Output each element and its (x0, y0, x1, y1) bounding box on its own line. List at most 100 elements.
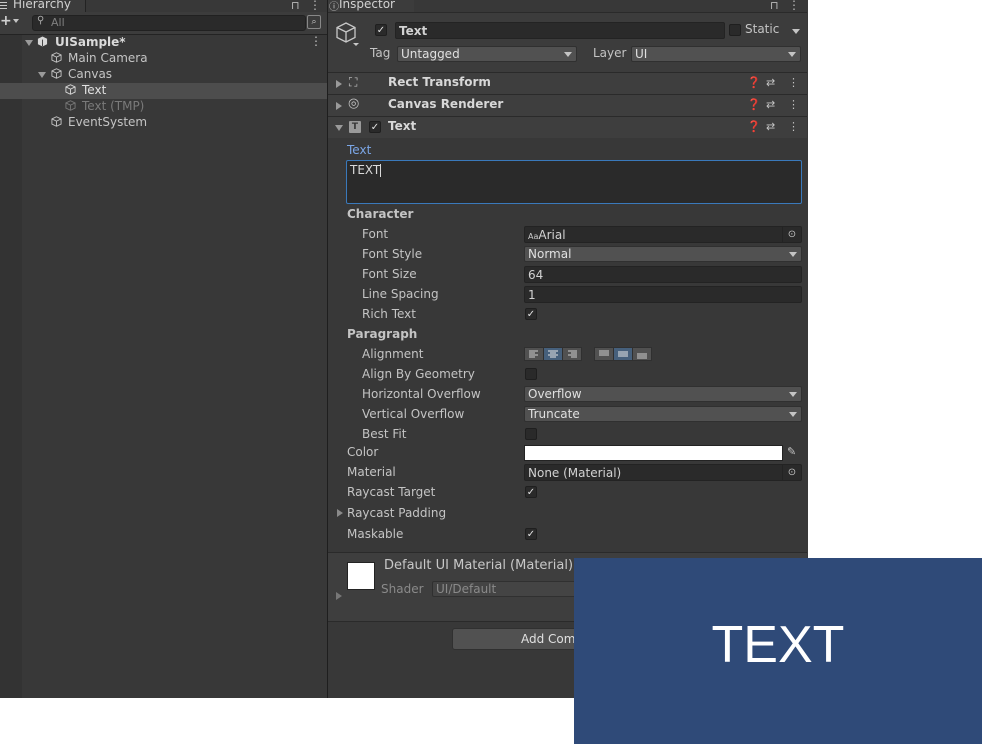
tree-item-canvas[interactable]: Canvas (0, 67, 327, 83)
align-bottom-button[interactable] (632, 347, 652, 361)
material-preview-name: Default UI Material (Material) (384, 558, 574, 573)
text-caret (380, 164, 381, 177)
chevron-right-icon[interactable] (336, 592, 342, 600)
scene-icon (37, 36, 48, 47)
chevron-down-icon[interactable] (335, 125, 343, 131)
static-dropdown-icon[interactable] (792, 29, 800, 34)
chevron-down-icon (789, 392, 797, 397)
align-by-geometry-checkbox[interactable] (525, 368, 537, 380)
align-top-button[interactable] (594, 347, 614, 361)
tree-item-uisample[interactable]: UISample* ⋮ (0, 34, 327, 51)
align-right-icon (568, 350, 577, 358)
line-spacing-input[interactable]: 1 (524, 286, 802, 303)
component-header-canvas-renderer[interactable]: ◎ Canvas Renderer ❓ ⇄ ⋮ (328, 94, 807, 116)
eyedropper-icon[interactable]: ✎ (787, 445, 796, 458)
material-thumbnail[interactable] (347, 562, 375, 590)
tree-item-text[interactable]: Text (0, 83, 327, 99)
chevron-down-icon (789, 252, 797, 257)
lock-icon[interactable]: ⊓ (770, 0, 779, 12)
font-value: Arial (538, 228, 566, 242)
object-picker-icon[interactable]: ⊙ (782, 465, 801, 480)
line-spacing-value: 1 (528, 288, 536, 302)
text-field-label: Text (347, 143, 372, 157)
component-name: Rect Transform (388, 75, 491, 89)
layer-label: Layer (593, 46, 627, 60)
more-menu-icon[interactable]: ⋮ (788, 98, 799, 111)
object-name-input[interactable]: Text (395, 22, 725, 39)
horizontal-overflow-dropdown[interactable]: Overflow (524, 386, 802, 402)
component-header-text[interactable]: T ✓ Text ❓ ⇄ ⋮ (328, 116, 807, 138)
color-field[interactable] (524, 445, 783, 461)
tree-item-text-tmp[interactable]: Text (TMP) (0, 99, 327, 115)
component-header-rect-transform[interactable]: ⛶ Rect Transform ❓ ⇄ ⋮ (328, 72, 807, 94)
layer-dropdown[interactable]: UI (631, 46, 801, 62)
presets-icon[interactable]: ⇄ (766, 98, 775, 111)
more-menu-icon[interactable]: ⋮ (310, 34, 322, 48)
tree-item-main-camera[interactable]: Main Camera (0, 51, 327, 67)
chevron-down-icon[interactable] (38, 72, 46, 78)
more-menu-icon[interactable]: ⋮ (788, 120, 799, 133)
more-menu-icon[interactable]: ⋮ (309, 0, 321, 12)
rich-text-checkbox[interactable]: ✓ (525, 308, 537, 320)
tree-item-label: Text (82, 83, 107, 97)
raycast-target-checkbox[interactable]: ✓ (525, 486, 537, 498)
text-area-input[interactable]: TEXT (346, 160, 802, 204)
shader-dropdown[interactable]: UI/Default (432, 581, 582, 597)
help-icon[interactable]: ❓ (747, 76, 761, 89)
lock-icon[interactable]: ⊓ (291, 0, 300, 12)
align-right-button[interactable] (562, 347, 582, 361)
material-field[interactable]: None (Material) ⊙ (524, 464, 802, 481)
tree-item-label: Text (TMP) (82, 99, 145, 113)
chevron-right-icon[interactable] (336, 80, 342, 88)
font-field[interactable]: AaArial ⊙ (524, 226, 802, 243)
static-checkbox[interactable] (729, 24, 741, 36)
chevron-right-icon[interactable] (337, 509, 343, 517)
align-middle-icon (618, 351, 628, 357)
align-middle-button[interactable] (613, 347, 633, 361)
font-asset-icon: Aa (528, 232, 539, 241)
tree-item-label: Main Camera (68, 51, 148, 65)
text-component-icon: T (349, 121, 361, 133)
presets-icon[interactable]: ⇄ (766, 76, 775, 89)
tree-item-label: UISample* (55, 35, 126, 49)
add-icon[interactable]: + (0, 13, 12, 29)
vertical-overflow-dropdown[interactable]: Truncate (524, 406, 802, 422)
chevron-down-icon (564, 52, 572, 57)
font-size-input[interactable]: 64 (524, 266, 802, 283)
tag-label: Tag (370, 46, 391, 60)
scene-search-icon[interactable]: ⌕ (307, 15, 321, 29)
gameobject-icon (51, 68, 62, 79)
object-picker-icon[interactable]: ⊙ (782, 227, 801, 242)
chevron-down-icon[interactable] (25, 40, 33, 46)
font-style-dropdown[interactable]: Normal (524, 246, 802, 262)
raycast-padding-label[interactable]: Raycast Padding (347, 506, 446, 520)
align-center-icon (548, 350, 558, 358)
eye-icon: ◎ (348, 96, 360, 111)
inspector-tab[interactable]: ⓘ Inspector (328, 0, 414, 13)
tree-item-eventsystem[interactable]: EventSystem (0, 115, 327, 131)
more-menu-icon[interactable]: ⋮ (788, 76, 799, 89)
help-icon[interactable]: ❓ (747, 120, 761, 133)
presets-icon[interactable]: ⇄ (766, 120, 775, 133)
best-fit-checkbox[interactable] (525, 428, 537, 440)
align-center-button[interactable] (543, 347, 563, 361)
object-name-value: Text (399, 24, 428, 38)
hierarchy-search-input[interactable]: ⚲ All (32, 15, 306, 31)
active-checkbox[interactable]: ✓ (375, 24, 387, 36)
help-icon[interactable]: ❓ (747, 98, 761, 111)
more-menu-icon[interactable]: ⋮ (788, 0, 800, 12)
tag-dropdown[interactable]: Untagged (397, 46, 577, 62)
gameobject-large-icon[interactable] (335, 21, 359, 47)
hamburger-icon (0, 0, 8, 9)
component-enabled-checkbox[interactable]: ✓ (369, 121, 381, 133)
horizontal-overflow-value: Overflow (528, 387, 582, 401)
font-label: Font (362, 227, 389, 241)
text-area-value: TEXT (350, 163, 381, 177)
align-left-button[interactable] (524, 347, 544, 361)
hierarchy-tab[interactable]: Hierarchy (0, 0, 86, 12)
game-view-text: TEXT (711, 616, 845, 674)
add-dropdown-icon[interactable] (13, 19, 19, 23)
shader-label: Shader (381, 582, 424, 596)
maskable-checkbox[interactable]: ✓ (525, 528, 537, 540)
chevron-right-icon[interactable] (336, 102, 342, 110)
